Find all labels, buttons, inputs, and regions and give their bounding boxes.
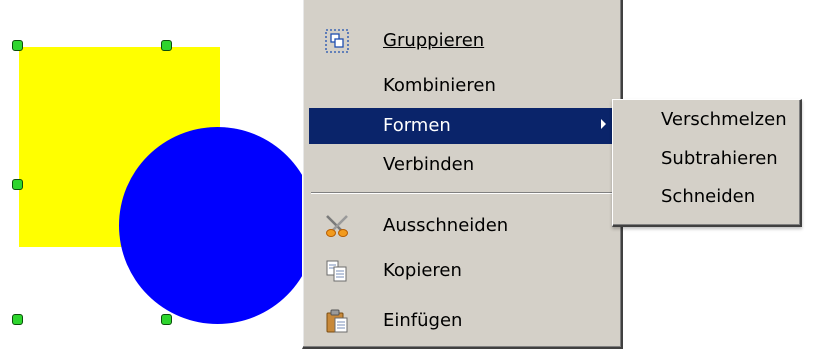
menu-item-gruppieren[interactable]: Gruppieren [309, 23, 614, 59]
menu-item-einfuegen[interactable]: Einfügen [309, 303, 614, 339]
menu-item-ausschneiden[interactable]: Ausschneiden [309, 208, 614, 244]
group-icon [325, 29, 349, 53]
menu-separator [311, 192, 614, 194]
submenu-item-subtrahieren[interactable]: Subtrahieren [613, 141, 799, 177]
menu-label-kombinieren: Kombinieren [383, 75, 496, 96]
menu-item-kopieren[interactable]: Kopieren [309, 253, 614, 289]
submenu-label-verschmelzen: Verschmelzen [661, 109, 787, 130]
submenu-item-verschmelzen[interactable]: Verschmelzen [613, 102, 799, 138]
menu-item-verbinden[interactable]: Verbinden [309, 147, 614, 183]
selection-handle-bottom-left[interactable] [12, 314, 23, 325]
menu-label-verbinden: Verbinden [383, 154, 475, 175]
selection-handle-top-left[interactable] [12, 40, 23, 51]
context-menu: Gruppieren Kombinieren Formen Verbinden … [302, 0, 623, 349]
submenu-label-subtrahieren: Subtrahieren [661, 148, 778, 169]
copy-icon [326, 260, 347, 282]
paste-icon [326, 309, 348, 333]
submenu-label-schneiden: Schneiden [661, 186, 756, 207]
menu-label-ausschneiden: Ausschneiden [383, 215, 509, 236]
menu-label-einfuegen: Einfügen [383, 310, 463, 331]
submenu-item-schneiden[interactable]: Schneiden [613, 179, 799, 215]
submenu-arrow-icon [601, 119, 606, 129]
blue-circle-shape[interactable] [119, 127, 316, 324]
menu-item-formen[interactable]: Formen [309, 108, 614, 144]
selection-handle-top-center[interactable] [161, 40, 172, 51]
menu-label-formen: Formen [383, 115, 451, 136]
selection-handle-middle-left[interactable] [12, 179, 23, 190]
selection-handle-bottom-center[interactable] [161, 314, 172, 325]
shapes-submenu: Verschmelzen Subtrahieren Schneiden [612, 99, 802, 227]
menu-item-kombinieren[interactable]: Kombinieren [309, 68, 614, 104]
menu-label-kopieren: Kopieren [383, 260, 462, 281]
menu-label-gruppieren: Gruppieren [383, 30, 485, 51]
scissors-icon [326, 215, 348, 237]
